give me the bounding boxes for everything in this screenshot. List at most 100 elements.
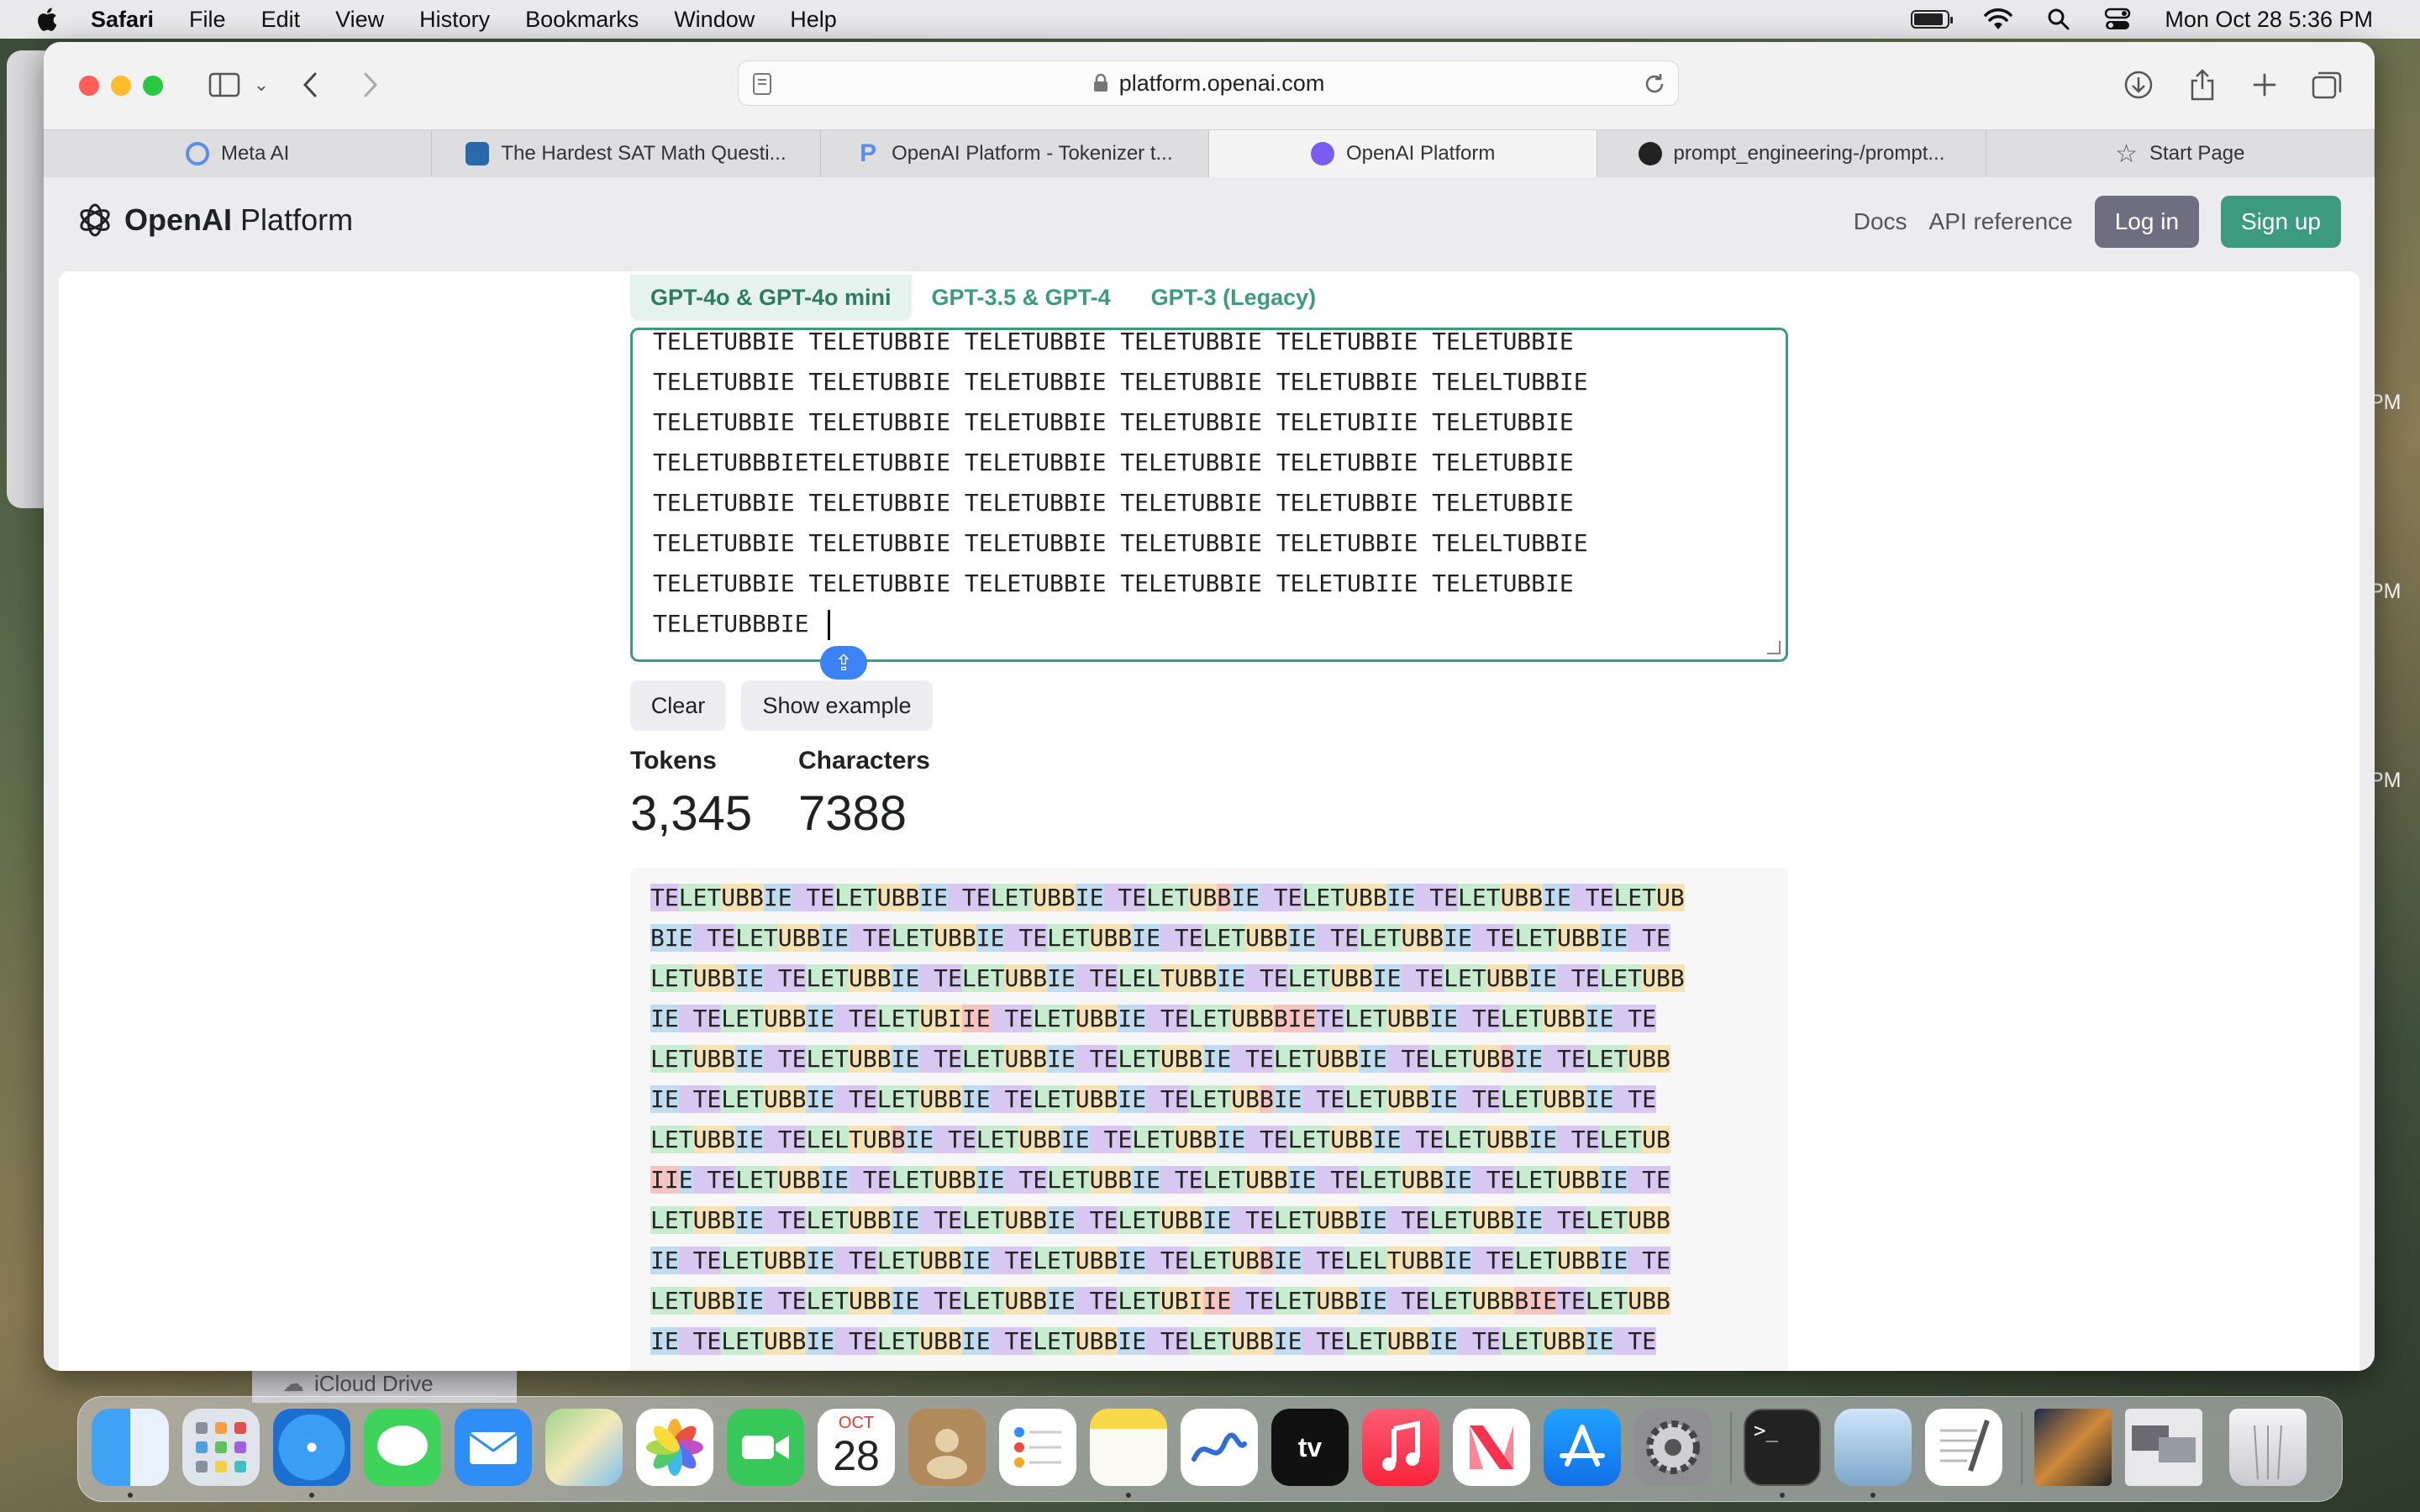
system-settings-icon[interactable] <box>1634 1409 1712 1486</box>
freeform-icon[interactable] <box>1181 1409 1258 1486</box>
token-chunk: IE <box>1273 1247 1302 1274</box>
token-chunk: UBB <box>1075 1247 1118 1274</box>
notes-icon[interactable] <box>1090 1409 1167 1486</box>
new-tab-icon[interactable] <box>2245 66 2284 104</box>
dictation-arrow-icon[interactable]: ⇪ <box>820 646 867 680</box>
terminal-icon[interactable]: >_ <box>1744 1409 1821 1486</box>
apple-tv-icon[interactable]: tv <box>1271 1409 1349 1486</box>
preview-icon[interactable] <box>1834 1409 1912 1486</box>
tokenizer-text-input[interactable]: TELETUBBIE TELETUBBIE TELETUBBIE TELETUB… <box>630 328 1788 662</box>
tab-meta-ai[interactable]: Meta AI <box>44 130 433 177</box>
facetime-icon[interactable] <box>727 1409 804 1486</box>
show-example-button[interactable]: Show example <box>741 680 933 731</box>
clear-button[interactable]: Clear <box>630 680 726 731</box>
token-chunk: LET <box>1302 884 1345 911</box>
openai-platform-logo[interactable]: OpenAI Platform <box>76 201 353 239</box>
menu-history[interactable]: History <box>419 7 490 33</box>
menu-file[interactable]: File <box>189 7 226 33</box>
calendar-icon[interactable]: OCT 28 <box>818 1409 895 1486</box>
textarea-resize-handle[interactable] <box>1767 641 1781 654</box>
downloads-icon[interactable] <box>2119 66 2158 104</box>
reload-icon[interactable] <box>1643 72 1666 96</box>
spotlight-search-icon[interactable] <box>2047 8 2070 31</box>
app-store-icon[interactable] <box>1544 1409 1621 1486</box>
sidebar-toggle-icon[interactable] <box>205 66 244 104</box>
tab-sat-math[interactable]: The Hardest SAT Math Questi... <box>432 130 821 177</box>
docs-link[interactable]: Docs <box>1854 208 1907 235</box>
token-chunk: TE <box>1231 1045 1274 1073</box>
chevron-down-icon[interactable]: ⌄ <box>242 66 281 104</box>
mail-icon[interactable] <box>455 1409 532 1486</box>
menu-window[interactable]: Window <box>674 7 755 33</box>
trash-icon[interactable] <box>2229 1409 2307 1486</box>
forward-icon[interactable] <box>351 66 390 104</box>
token-chunk: LET <box>1188 1085 1232 1113</box>
back-icon[interactable] <box>291 66 329 104</box>
share-icon[interactable] <box>2183 66 2222 104</box>
model-tab-gpt3-legacy[interactable]: GPT-3 (Legacy) <box>1131 275 1337 321</box>
tab-start-page[interactable]: ☆ Start Page <box>1986 130 2375 177</box>
token-chunk: UBB <box>1386 1005 1430 1032</box>
tab-github-prompt-engineering[interactable]: prompt_engineering-/prompt... <box>1597 130 1986 177</box>
background-time-fragment: PM <box>2370 769 2402 792</box>
launchpad-icon[interactable] <box>182 1409 260 1486</box>
maps-icon[interactable] <box>545 1409 623 1486</box>
input-line: TELETUBBIE TELETUBBIE TELETUBBIE TELETUB… <box>653 529 1588 557</box>
token-chunk: UBB <box>1004 1206 1048 1234</box>
token-chunk: TE <box>1316 1005 1345 1032</box>
token-chunk: LET <box>1202 924 1246 952</box>
menu-edit[interactable]: Edit <box>261 7 301 33</box>
token-chunk: TE <box>1613 1005 1657 1032</box>
token-chunk: IE <box>1118 1247 1147 1274</box>
menu-view[interactable]: View <box>335 7 384 33</box>
token-line: LETUBBIE TELETUBBIE TELETUBBIE TELETUBBI… <box>650 1200 1768 1241</box>
token-chunk: LET <box>1202 1166 1246 1194</box>
log-in-button[interactable]: Log in <box>2094 196 2200 248</box>
reminders-icon[interactable] <box>999 1409 1076 1486</box>
safari-icon[interactable] <box>273 1409 350 1486</box>
sign-up-button[interactable]: Sign up <box>2221 196 2341 248</box>
close-window-button[interactable] <box>79 76 99 96</box>
finder-icon[interactable] <box>92 1409 169 1486</box>
tab-openai-platform[interactable]: OpenAI Platform <box>1208 130 1598 177</box>
news-icon[interactable] <box>1453 1409 1530 1486</box>
battery-icon[interactable] <box>1911 10 1954 29</box>
address-bar[interactable]: platform.openai.com <box>738 60 1679 106</box>
textedit-icon[interactable] <box>1925 1409 2002 1486</box>
reader-page-icon[interactable] <box>752 72 772 96</box>
token-chunk: LET <box>876 1247 920 1274</box>
token-chunk: IE <box>1444 1166 1472 1194</box>
api-reference-link[interactable]: API reference <box>1929 208 2073 235</box>
token-chunk: IE <box>1358 1206 1387 1234</box>
token-chunk: UBB <box>1089 924 1133 952</box>
photo-thumbnail-icon[interactable] <box>2034 1409 2112 1486</box>
apple-menu-icon[interactable] <box>34 6 59 33</box>
token-chunk: IE <box>1118 1005 1147 1032</box>
control-center-icon[interactable] <box>2104 8 2131 31</box>
menu-app-safari[interactable]: Safari <box>91 7 154 33</box>
music-icon[interactable] <box>1362 1409 1439 1486</box>
token-chunk: TE <box>919 1206 962 1234</box>
photos-icon[interactable] <box>636 1409 713 1486</box>
minimize-window-button[interactable] <box>111 76 131 96</box>
tab-openai-tokenizer[interactable]: P OpenAI Platform - Tokenizer t... <box>821 130 1209 177</box>
menu-help[interactable]: Help <box>790 7 837 33</box>
token-chunk: B <box>1259 1247 1274 1274</box>
token-chunk: TE <box>1401 964 1444 992</box>
token-chunk: IE <box>1118 1085 1147 1113</box>
wifi-icon[interactable] <box>1983 8 2013 31</box>
model-tab-gpt35-gpt4[interactable]: GPT-3.5 & GPT-4 <box>912 275 1131 321</box>
token-chunk: TE <box>1160 1166 1203 1194</box>
zoom-window-button[interactable] <box>143 76 163 96</box>
token-chunk: LET <box>1444 964 1486 992</box>
token-chunk: IE <box>1429 1005 1458 1032</box>
contacts-icon[interactable] <box>908 1409 986 1486</box>
model-tab-gpt4o[interactable]: GPT-4o & GPT-4o mini <box>630 275 912 321</box>
messages-icon[interactable] <box>364 1409 441 1486</box>
token-chunk: LET <box>1118 1287 1160 1315</box>
screenshot-thumbnail-icon[interactable] <box>2125 1409 2202 1486</box>
menu-bookmarks[interactable]: Bookmarks <box>525 7 639 33</box>
token-chunk: IE <box>891 1045 920 1073</box>
tab-overview-icon[interactable] <box>2307 66 2346 104</box>
menu-bar-clock[interactable]: Mon Oct 28 5:36 PM <box>2165 7 2373 33</box>
